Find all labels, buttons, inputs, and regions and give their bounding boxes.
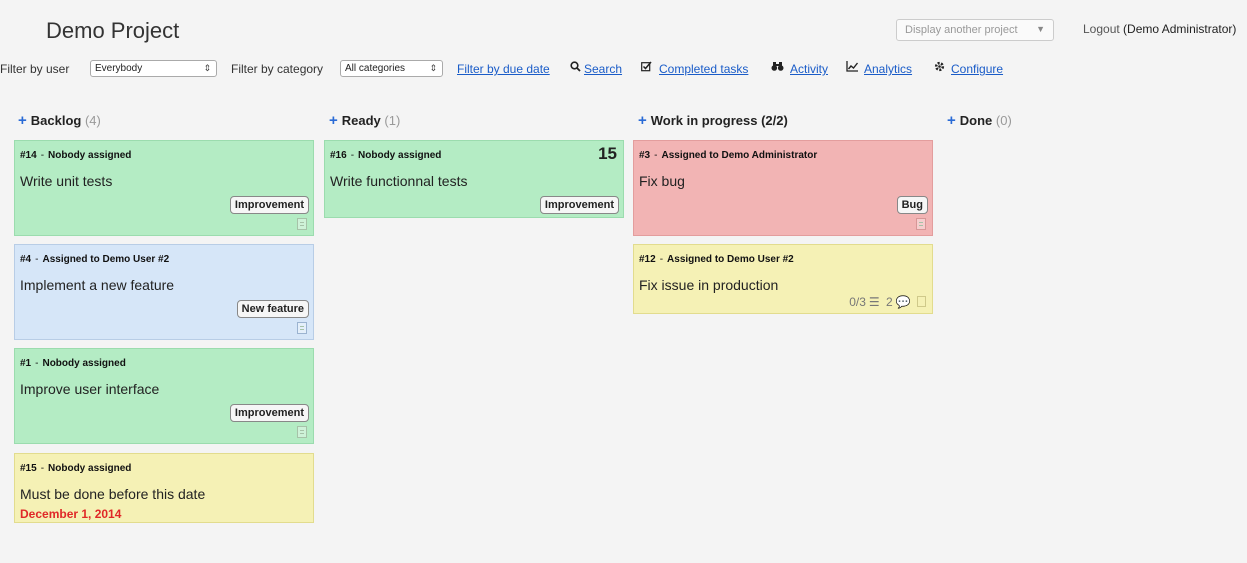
logout-area: Logout (Demo Administrator) [1083, 22, 1236, 36]
topbar: Demo Project Display another project ▼ L… [0, 0, 1247, 52]
filter-category-select[interactable]: All categories ⇕ [340, 60, 443, 77]
task-assignee: Assigned to Demo User #2 [667, 254, 794, 265]
select-arrows-icon: ⇕ [429, 63, 437, 73]
project-selector-label: Display another project [905, 24, 1018, 36]
task-title: Fix issue in production [639, 277, 779, 293]
column-title: Backlog [30, 113, 82, 128]
task-title: Implement a new feature [20, 277, 175, 293]
column-title: Ready [341, 113, 381, 128]
comment-count: 2 [886, 295, 893, 309]
column-title: Done [959, 113, 993, 128]
task-id[interactable]: #3 [639, 150, 650, 161]
checkbox-icon [641, 61, 652, 75]
due-date: December 1, 2014 [20, 507, 122, 521]
caret-down-icon: ▼ [1036, 24, 1045, 34]
task-card-14[interactable]: #14- Nobody assigned Write unit tests Imp… [14, 140, 314, 236]
task-id[interactable]: #14 [20, 150, 37, 161]
card-stats: 0/3 ☰ 2 💬 [846, 295, 926, 309]
task-card-4[interactable]: #4- Assigned to Demo User #2 Implement a … [14, 244, 314, 340]
category-badge: New feature [236, 300, 309, 318]
document-icon[interactable] [297, 426, 307, 438]
filter-user-label: Filter by user [0, 62, 70, 76]
column-title: Work in progress [650, 113, 758, 128]
plus-icon[interactable]: + [18, 112, 27, 129]
logged-user: (Demo Administrator) [1123, 22, 1237, 36]
select-arrows-icon: ⇕ [203, 63, 211, 73]
column-count: (4) [84, 113, 101, 128]
task-title: Improve user interface [20, 381, 160, 397]
task-id[interactable]: #4 [20, 254, 31, 265]
binoculars-icon [771, 61, 784, 75]
task-card-12[interactable]: #12- Assigned to Demo User #2 Fix issue i… [633, 244, 933, 314]
configure-link[interactable]: Configure [951, 62, 1003, 76]
category-badge: Improvement [229, 196, 309, 214]
task-assignee: Assigned to Demo Administrator [661, 150, 818, 161]
filter-category-value: All categories [345, 63, 406, 74]
filter-user-value: Everybody [95, 63, 143, 74]
plus-icon[interactable]: + [329, 112, 338, 129]
task-assignee: Nobody assigned [42, 358, 126, 369]
card-meta: #3- Assigned to Demo Administrator [639, 150, 818, 161]
search-link[interactable]: Search [584, 62, 622, 76]
task-title: Fix bug [639, 173, 685, 189]
plus-icon[interactable]: + [638, 112, 647, 129]
task-title: Write functionnal tests [330, 173, 468, 189]
task-assignee: Nobody assigned [48, 463, 132, 474]
story-points: 15 [598, 144, 617, 163]
task-card-16[interactable]: #16- Nobody assigned 15 Write functionnal… [324, 140, 624, 218]
plus-icon[interactable]: + [947, 112, 956, 129]
task-assignee: Nobody assigned [48, 150, 132, 161]
card-meta: #16- Nobody assigned [330, 150, 442, 161]
filter-due-date-link[interactable]: Filter by due date [457, 62, 550, 76]
document-icon[interactable] [297, 322, 307, 334]
document-icon[interactable] [297, 218, 307, 230]
task-assignee: Nobody assigned [358, 150, 442, 161]
task-id[interactable]: #15 [20, 463, 37, 474]
logout-link[interactable]: Logout [1083, 22, 1120, 36]
task-card-1[interactable]: #1- Nobody assigned Improve user interfac… [14, 348, 314, 444]
card-meta: #14- Nobody assigned [20, 150, 132, 161]
search-icon [570, 61, 581, 75]
column-header-backlog: + Backlog (4) [18, 112, 101, 129]
filter-category-label: Filter by category [231, 62, 324, 76]
gear-icon [934, 61, 945, 75]
card-meta: #15- Nobody assigned [20, 463, 132, 474]
filter-user-select[interactable]: Everybody ⇕ [90, 60, 217, 77]
project-title: Demo Project [46, 18, 180, 43]
document-icon[interactable] [917, 296, 926, 307]
task-card-3[interactable]: #3- Assigned to Demo Administrator Fix bu… [633, 140, 933, 236]
column-header-ready: + Ready (1) [329, 112, 400, 129]
column-count: (1) [384, 113, 401, 128]
task-id[interactable]: #12 [639, 254, 656, 265]
card-meta: #1- Nobody assigned [20, 358, 126, 369]
category-badge: Improvement [229, 404, 309, 422]
task-id[interactable]: #1 [20, 358, 31, 369]
column-count: (0) [995, 113, 1012, 128]
task-id[interactable]: #16 [330, 150, 347, 161]
column-header-done: + Done (0) [947, 112, 1012, 129]
card-meta: #4- Assigned to Demo User #2 [20, 254, 170, 265]
task-assignee: Assigned to Demo User #2 [42, 254, 170, 265]
column-header-work-in-progress: + Work in progress (2/2) [638, 112, 788, 129]
subtask-count: 0/3 [849, 295, 866, 309]
chart-icon [846, 61, 859, 75]
card-meta: #12- Assigned to Demo User #2 [639, 254, 794, 265]
column-count: (2/2) [761, 113, 788, 128]
analytics-link[interactable]: Analytics [864, 62, 912, 76]
project-selector[interactable]: Display another project ▼ [896, 19, 1054, 41]
completed-tasks-link[interactable]: Completed tasks [659, 62, 748, 76]
category-badge: Improvement [539, 196, 619, 214]
activity-link[interactable]: Activity [790, 62, 828, 76]
comment-icon[interactable]: 💬 [896, 295, 911, 309]
task-title: Write unit tests [20, 173, 113, 189]
category-badge: Bug [896, 196, 928, 214]
task-card-15[interactable]: #15- Nobody assigned Must be done before … [14, 453, 314, 523]
task-title: Must be done before this date [20, 486, 206, 502]
document-icon[interactable] [916, 218, 926, 230]
list-icon[interactable]: ☰ [869, 295, 880, 309]
